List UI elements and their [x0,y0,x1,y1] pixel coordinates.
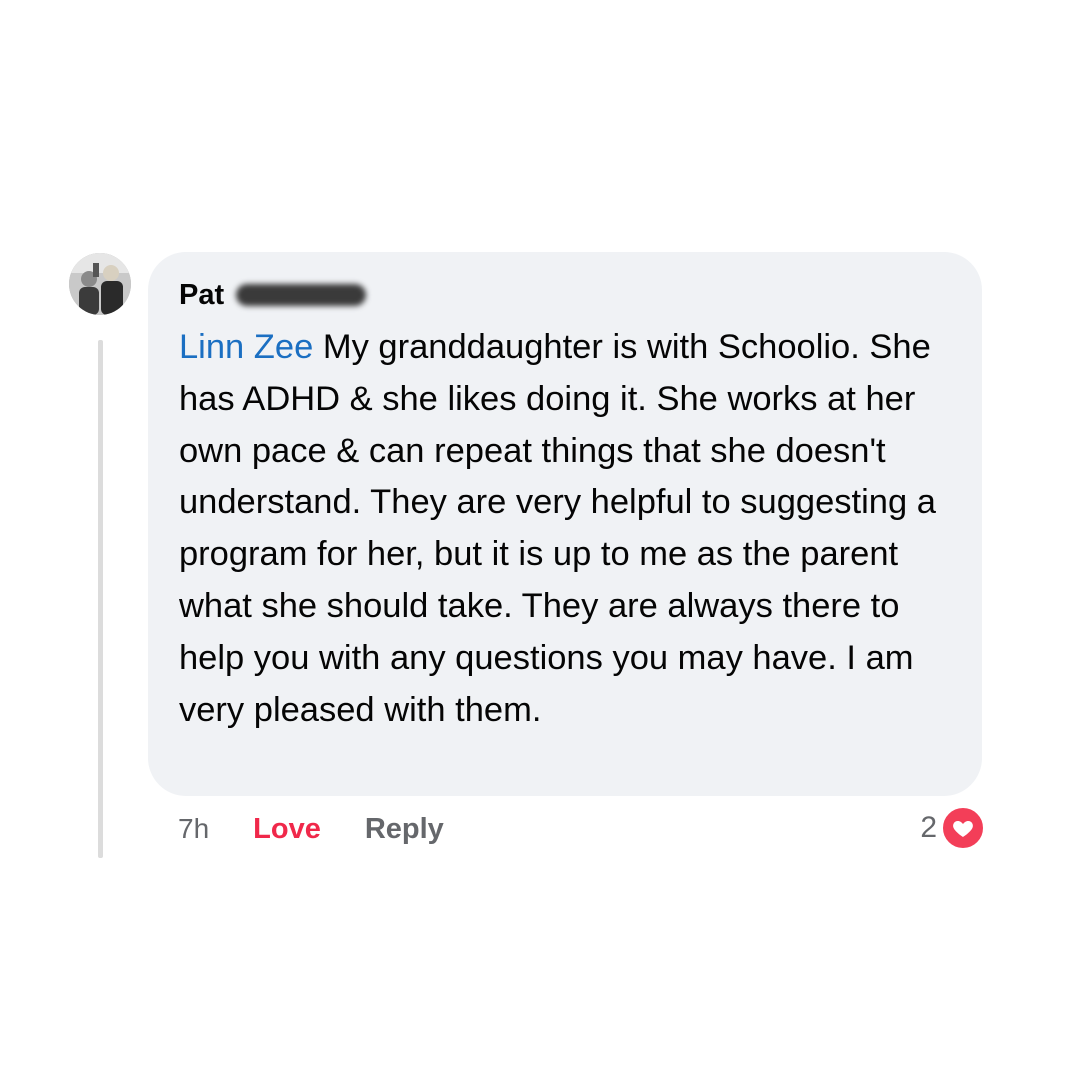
author-avatar[interactable] [69,253,131,315]
avatar-photo [69,253,131,315]
author-name[interactable]: Pat [179,279,224,312]
reaction-summary[interactable]: 2 [920,806,985,850]
comment-actions: 7h Love Reply [178,808,444,850]
reply-thread-line [98,340,103,858]
comment-text: Linn Zee My granddaughter is with School… [179,322,952,736]
comment-timestamp[interactable]: 7h [178,813,209,845]
reaction-count: 2 [920,811,937,844]
redacted-surname [236,284,367,306]
reply-button[interactable]: Reply [365,813,444,846]
author-row: Pat [179,272,952,318]
comment-body: My granddaughter is with Schoolio. She h… [179,328,936,729]
mention-link[interactable]: Linn Zee [179,328,313,366]
comment-bubble: Pat Linn Zee My granddaughter is with Sc… [148,252,982,796]
heart-icon [941,806,985,850]
love-button[interactable]: Love [253,813,321,846]
